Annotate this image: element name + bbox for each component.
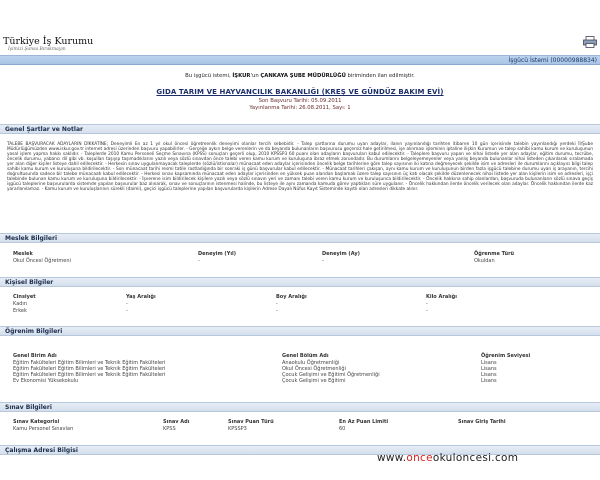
profession-cell-meslek: Okul Öncesi Öğretmeni [13,258,71,264]
education-cell-seviye: Lisans [481,378,497,384]
exam-header-puan-turu: Sınav Puan Türü [228,419,274,425]
exam-cell-puan-limit: 60 [339,426,346,432]
personal-cell-yas: - [126,308,128,314]
exam-cell-puan-turu: KPSSP3 [228,426,247,432]
section-general: Genel Şartlar ve Notlar [0,124,600,134]
general-notes: TALEBE BAŞVURACAK ADAYLARIN DİKKATİNE; D… [7,142,593,193]
education-cell-birim: Ev Ekonomisi Yüksekokulu [13,378,79,384]
profession-header-ogrenme: Öğrenme Türü [474,251,515,257]
intro-line: Bu işgücü istemi, İŞKUR'un ÇANKAYA ŞUBE … [0,73,600,79]
section-exam: Sınav Bilgileri [0,402,600,412]
request-bar: İşgücü İstemi (00000988834) [0,55,600,65]
education-header-seviye: Öğrenim Seviyesi [481,353,531,359]
profession-cell-deneyim-ay: - [322,258,324,264]
education-header-birim: Genel Birim Adı [13,353,57,359]
personal-cell-cinsiyet: Kadın [13,301,27,307]
intro-text-middle: 'un [250,73,261,79]
print-icon[interactable] [583,36,597,48]
section-profession: Meslek Bilgileri [0,233,600,243]
personal-cell-yas: - [126,301,128,307]
education-cell-bolum: Çocuk Gelişimi ve Eğitimi [282,378,346,384]
personal-cell-cinsiyet: Erkek [13,308,27,314]
exam-cell-ad: KPSS [163,426,176,432]
intro-office: ÇANKAYA ŞUBE MÜDÜRLÜĞÜ [260,73,346,79]
ad-deadline: Son Başvuru Tarihi: 05.09.2011 [258,98,342,104]
exam-header-ad: Sınav Adı [163,419,190,425]
watermark: www.onceokuloncesi.com [377,452,518,464]
profession-cell-deneyim-yil: - [198,258,200,264]
exam-header-kategori: Sınav Kategorisi [13,419,60,425]
page-header: Türkiye İş Kurumu İşimizi Şansa Bırakmay… [0,0,600,52]
personal-cell-kilo: - [426,301,428,307]
watermark-part3: okuloncesi.com [432,452,519,464]
watermark-part1: www. [377,452,407,464]
exam-header-giris: Sınav Giriş Tarihi [458,419,506,425]
ad-title: GIDA TARIM VE HAYVANCILIK BAKANLIĞI (KRE… [156,88,444,96]
ad-published: Yayınlanma Tarihi: 26.08.2011, Sayı: 1 [249,105,351,111]
request-label: İşgücü İstemi (00000988834) [508,57,597,64]
education-header-bolum: Genel Bölüm Adı [282,353,329,359]
profession-header-deneyim-ay: Deneyim (Ay) [322,251,360,257]
intro-text-before: Bu işgücü istemi, [185,73,233,79]
profession-header-meslek: Meslek [13,251,33,257]
intro-text-after: biriminden ilan edilmiştir. [345,73,415,79]
profession-header-deneyim-yil: Deneyim (Yıl) [198,251,237,257]
intro-agency: İŞKUR [232,73,251,79]
exam-header-puan-limit: En Az Puan Limiti [339,419,389,425]
personal-cell-kilo: - [426,308,428,314]
personal-header-yas: Yaş Aralığı [126,294,156,300]
logo-title: Türkiye İş Kurumu [3,36,94,47]
profession-cell-ogrenme: Okuldan [474,258,495,264]
section-education: Öğrenim Bilgileri [0,326,600,336]
personal-header-kilo: Kilo Aralığı [426,294,457,300]
section-personal: Kişisel Bilgiler [0,277,600,287]
personal-header-boy: Boy Aralığı [276,294,307,300]
personal-cell-boy: - [276,301,278,307]
exam-cell-kategori: Kamu Personel Sınavları [13,426,74,432]
watermark-part2: once [406,452,433,464]
personal-cell-boy: - [276,308,278,314]
logo-subtitle: İşimizi Şansa Bırakmayın [8,47,66,52]
personal-header-cinsiyet: Cinsiyet [13,294,36,300]
